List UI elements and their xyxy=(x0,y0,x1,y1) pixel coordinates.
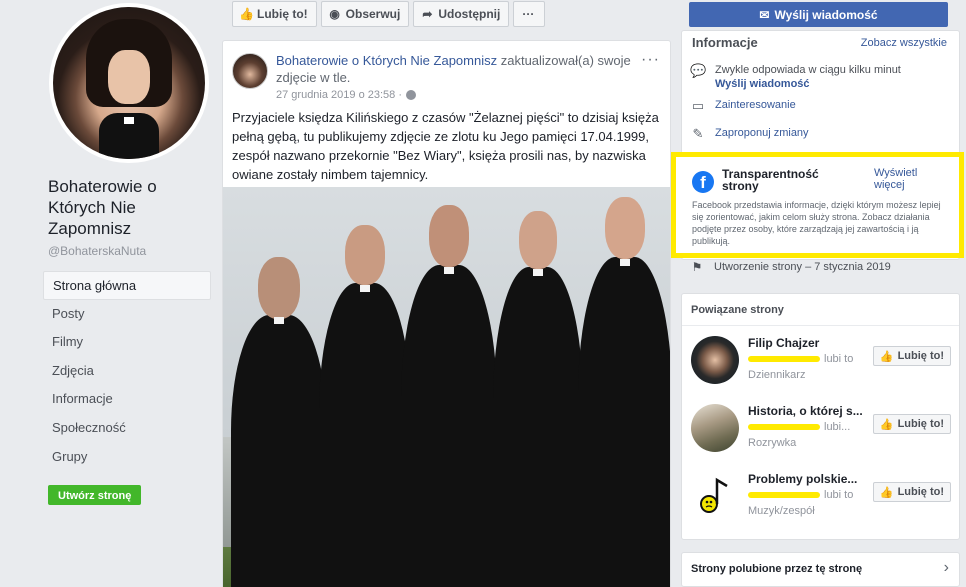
response-time-row: 💬 Zwykle odpowiada w ciągu kilku minut W… xyxy=(690,63,901,91)
related-page-item: Historia, o której s... lubi... Rozrywka… xyxy=(691,404,951,460)
send-message-link[interactable]: Wyślij wiadomość xyxy=(715,77,901,91)
like-related-page-button[interactable]: 👍 Lubię to! xyxy=(872,414,951,434)
thumbs-up-icon: 👍 xyxy=(239,7,254,21)
messenger-icon: 💬 xyxy=(690,63,707,78)
transparency-section: f Transparentność strony Wyświetl więcej… xyxy=(671,152,964,258)
post-card: Bohaterowie o Których Nie Zapomnisz zakt… xyxy=(222,40,671,587)
music-note-icon xyxy=(700,477,728,513)
follow-label: Obserwuj xyxy=(345,7,401,21)
nav-item-about[interactable]: Informacje xyxy=(43,385,211,414)
related-pages-card: Powiązane strony Filip Chajzer lubi to D… xyxy=(681,293,960,540)
post-text: Przyjaciele księdza Kilińskiego z czasów… xyxy=(232,110,659,182)
page-created-row: ⚑ Utworzenie strony – 7 stycznia 2019 xyxy=(689,260,891,274)
related-pages-title: Powiązane strony xyxy=(691,304,784,316)
response-time-text: Zwykle odpowiada w ciągu kilku minut xyxy=(715,64,901,76)
category-link[interactable]: Zainteresowanie xyxy=(715,98,796,114)
suggest-edits-row: ✎ Zaproponuj zmiany xyxy=(690,126,809,142)
post-date: 27 grudnia 2019 o 23:58 · xyxy=(276,89,402,101)
nav-item-videos[interactable]: Filmy xyxy=(43,328,211,357)
nav-item-home[interactable]: Strona główna xyxy=(43,271,211,300)
like-page-button[interactable]: 👍 Lubię to! xyxy=(232,1,317,27)
page-action-bar: 👍 Lubię to! ◉ Obserwuj ➦ Udostępnij ··· xyxy=(232,1,546,27)
globe-icon xyxy=(406,90,416,100)
chevron-right-icon: › xyxy=(943,559,949,576)
related-page-category: Muzyk/zespół xyxy=(748,505,815,517)
page-created-text: Utworzenie strony – 7 stycznia 2019 xyxy=(714,261,891,273)
create-page-button[interactable]: Utwórz stronę xyxy=(48,485,142,505)
facebook-logo-icon: f xyxy=(692,171,714,193)
post-author-avatar[interactable] xyxy=(232,53,268,89)
post-header: Bohaterowie o Których Nie Zapomnisz zakt… xyxy=(276,52,641,86)
nav-item-posts[interactable]: Posty xyxy=(43,300,211,329)
send-message-button[interactable]: ✉ Wyślij wiadomość xyxy=(689,2,948,27)
liked-pages-card[interactable]: Strony polubione przez tę stronę › xyxy=(681,552,960,587)
like-related-page-button[interactable]: 👍 Lubię to! xyxy=(872,346,951,366)
show-more-link[interactable]: Wyświetl więcej xyxy=(874,167,934,191)
pencil-icon: ✎ xyxy=(692,126,704,141)
related-page-avatar[interactable] xyxy=(691,472,739,520)
share-label: Udostępnij xyxy=(438,7,501,21)
post-author-link[interactable]: Bohaterowie o Których Nie Zapomnisz xyxy=(276,53,497,68)
transparency-description: Facebook przedstawia informacje, dzięki … xyxy=(692,200,941,246)
page-icon: ▭ xyxy=(691,98,705,113)
related-page-category: Dziennikarz xyxy=(748,369,806,381)
profile-photo xyxy=(53,7,205,159)
messenger-icon: ✉ xyxy=(759,7,770,22)
follow-button[interactable]: ◉ Obserwuj xyxy=(320,1,410,27)
nav-item-groups[interactable]: Grupy xyxy=(43,443,211,472)
share-icon: ➦ xyxy=(422,7,433,21)
post-photo[interactable] xyxy=(223,187,670,587)
page-handle[interactable]: @BohaterskaNuta xyxy=(48,244,146,258)
info-title: Informacje xyxy=(692,35,758,50)
post-options-button[interactable]: ··· xyxy=(641,51,660,69)
flag-icon: ⚑ xyxy=(691,260,703,274)
see-all-link[interactable]: Zobacz wszystkie xyxy=(861,37,947,49)
left-column: Bohaterowie o Których Nie Zapomnisz @Boh… xyxy=(0,0,222,587)
related-page-likes: lubi to xyxy=(748,353,868,365)
more-actions-button[interactable]: ··· xyxy=(513,1,546,27)
related-page-avatar[interactable] xyxy=(691,336,739,384)
thumbs-up-icon: 👍 xyxy=(879,418,894,431)
related-page-likes: lubi to xyxy=(748,489,868,501)
page-title[interactable]: Bohaterowie o Których Nie Zapomnisz xyxy=(48,176,208,239)
liked-pages-title: Strony polubione przez tę stronę xyxy=(691,563,863,575)
nav-item-community[interactable]: Społeczność xyxy=(43,414,211,443)
related-page-name[interactable]: Problemy polskie... xyxy=(748,472,868,486)
suggest-edits-link[interactable]: Zaproponuj zmiany xyxy=(715,126,809,142)
rss-icon: ◉ xyxy=(329,7,340,21)
category-row: ▭ Zainteresowanie xyxy=(690,98,796,114)
transparency-title: Transparentność strony xyxy=(722,167,819,193)
thumbs-up-icon: 👍 xyxy=(879,486,894,499)
like-label: Lubię to! xyxy=(257,7,308,21)
send-message-label: Wyślij wiadomość xyxy=(774,7,878,22)
nav-item-photos[interactable]: Zdjęcia xyxy=(43,357,211,386)
post-timestamp[interactable]: 27 grudnia 2019 o 23:58 · xyxy=(276,89,416,101)
related-page-name[interactable]: Historia, o której s... xyxy=(748,404,868,418)
related-page-item: Problemy polskie... lubi to Muzyk/zespół… xyxy=(691,472,951,528)
thumbs-up-icon: 👍 xyxy=(879,350,894,363)
related-page-avatar[interactable] xyxy=(691,404,739,452)
related-page-category: Rozrywka xyxy=(748,437,797,449)
page-nav: Strona główna Posty Filmy Zdjęcia Inform… xyxy=(43,271,211,471)
like-related-page-button[interactable]: 👍 Lubię to! xyxy=(872,482,951,502)
profile-picture[interactable] xyxy=(49,3,209,163)
related-page-name[interactable]: Filip Chajzer xyxy=(748,336,868,350)
related-page-likes: lubi... xyxy=(748,421,868,433)
share-button[interactable]: ➦ Udostępnij xyxy=(413,1,510,27)
related-page-item: Filip Chajzer lubi to Dziennikarz 👍 Lubi… xyxy=(691,336,951,392)
